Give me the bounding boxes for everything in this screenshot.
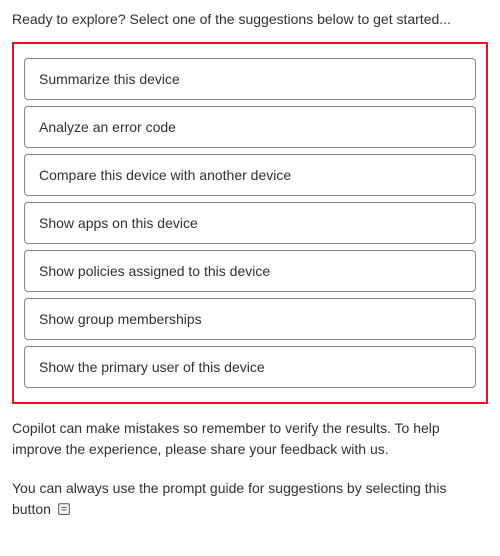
suggestions-box: Summarize this device Analyze an error c… <box>12 42 488 404</box>
hint-text: You can always use the prompt guide for … <box>12 480 447 517</box>
suggestion-summarize-device[interactable]: Summarize this device <box>24 58 476 100</box>
suggestion-show-group-memberships[interactable]: Show group memberships <box>24 298 476 340</box>
suggestion-show-primary-user[interactable]: Show the primary user of this device <box>24 346 476 388</box>
suggestion-analyze-error-code[interactable]: Analyze an error code <box>24 106 476 148</box>
prompt-guide-hint: You can always use the prompt guide for … <box>12 478 488 520</box>
prompt-guide-icon <box>57 502 71 516</box>
suggestion-show-policies[interactable]: Show policies assigned to this device <box>24 250 476 292</box>
suggestion-show-apps[interactable]: Show apps on this device <box>24 202 476 244</box>
disclaimer-text: Copilot can make mistakes so remember to… <box>12 418 488 460</box>
intro-text: Ready to explore? Select one of the sugg… <box>12 10 488 30</box>
suggestion-compare-device[interactable]: Compare this device with another device <box>24 154 476 196</box>
